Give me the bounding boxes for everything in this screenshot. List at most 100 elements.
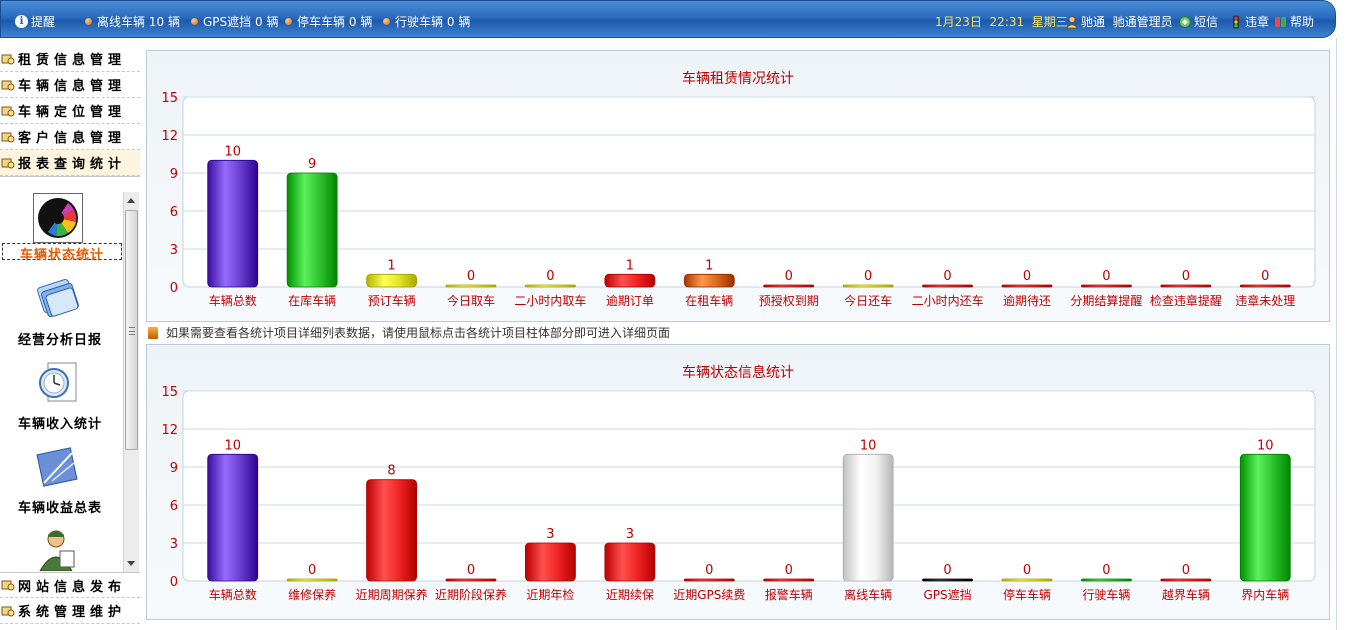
drafting-icon[interactable] bbox=[34, 443, 84, 493]
bar-10[interactable] bbox=[1001, 284, 1053, 288]
scroll-thumb[interactable] bbox=[125, 210, 138, 450]
x-tick-label[interactable]: 检查违章提醒 bbox=[1150, 293, 1222, 308]
x-tick-label[interactable]: 车辆总数 bbox=[209, 293, 257, 308]
violation-link[interactable]: 违章 bbox=[1229, 13, 1269, 30]
y-tick-label: 0 bbox=[170, 575, 178, 590]
data-label: 10 bbox=[1257, 438, 1274, 453]
data-label: 0 bbox=[467, 269, 475, 284]
x-tick-label[interactable]: 停车车辆 bbox=[1003, 587, 1051, 602]
menu-website-publish[interactable]: 网站信息发布 bbox=[0, 572, 140, 598]
x-tick-label[interactable]: 在租车辆 bbox=[685, 293, 733, 308]
tool-label[interactable]: 车辆状态统计 bbox=[2, 243, 122, 263]
bar-12[interactable] bbox=[1160, 284, 1212, 288]
stat-driving[interactable]: 行驶车辆 0 辆 bbox=[383, 13, 470, 30]
x-tick-label[interactable]: 二小时内取车 bbox=[514, 293, 586, 308]
sidebar-scrollbar[interactable] bbox=[123, 192, 139, 572]
stat-unit: 辆 bbox=[360, 15, 373, 29]
scroll-up-icon[interactable] bbox=[127, 198, 135, 203]
bar-8[interactable] bbox=[842, 284, 894, 288]
weekday-text: 星期三 bbox=[1031, 15, 1068, 29]
bar-10[interactable] bbox=[1001, 578, 1053, 582]
bar-0[interactable] bbox=[207, 159, 259, 288]
tool-label[interactable]: 经营分析日报 bbox=[0, 329, 120, 348]
bar-11[interactable] bbox=[1081, 578, 1132, 582]
bar-7[interactable] bbox=[763, 578, 815, 582]
x-tick-label[interactable]: 维修保养 bbox=[288, 587, 336, 602]
stat-count: 0 bbox=[348, 14, 357, 29]
x-tick-label[interactable]: 近期年检 bbox=[526, 587, 574, 602]
x-tick-label[interactable]: 预订车辆 bbox=[368, 293, 416, 308]
x-tick-label[interactable]: 今日取车 bbox=[447, 293, 495, 308]
x-tick-label[interactable]: 预授权到期 bbox=[759, 293, 819, 308]
x-tick-label[interactable]: 违章未处理 bbox=[1235, 293, 1295, 308]
x-tick-label[interactable]: 今日还车 bbox=[844, 293, 892, 308]
bar-1[interactable] bbox=[286, 172, 338, 288]
bar-9[interactable] bbox=[922, 578, 973, 582]
menu-label: 租赁信息管理 bbox=[18, 53, 127, 68]
reminder-link[interactable]: i 提醒 bbox=[15, 13, 55, 30]
menu-customer-management[interactable]: 客户信息管理 bbox=[0, 124, 140, 150]
bar-8[interactable] bbox=[842, 453, 894, 582]
user-info[interactable]: 驰通 驰通管理员 bbox=[1065, 13, 1173, 30]
bar-11[interactable] bbox=[1081, 284, 1132, 288]
x-tick-label[interactable]: 离线车辆 bbox=[844, 587, 892, 602]
bar-3[interactable] bbox=[445, 284, 497, 288]
x-tick-label[interactable]: 近期续保 bbox=[606, 588, 654, 602]
menu-vehicle-positioning[interactable]: 车辆定位管理 bbox=[0, 98, 140, 124]
y-tick-label: 0 bbox=[170, 281, 178, 296]
bar-2[interactable] bbox=[366, 479, 417, 582]
person-icon[interactable] bbox=[36, 527, 82, 571]
menu-report-statistics[interactable]: 报表查询统计 bbox=[0, 150, 140, 176]
x-tick-label[interactable]: 二小时内还车 bbox=[912, 293, 984, 308]
tool-label[interactable]: 车辆收益总表 bbox=[0, 497, 120, 516]
stat-parked[interactable]: 停车车辆 0 辆 bbox=[285, 13, 372, 30]
bar-1[interactable] bbox=[286, 578, 338, 582]
sms-link[interactable]: 短信 bbox=[1178, 13, 1218, 30]
document-stack-icon[interactable] bbox=[34, 273, 84, 323]
menu-rental-management[interactable]: 租赁信息管理 bbox=[0, 46, 140, 72]
stat-gps-blocked[interactable]: GPS遮挡 0 辆 bbox=[191, 13, 278, 30]
x-tick-label[interactable]: 越界车辆 bbox=[1162, 587, 1210, 602]
bar-9[interactable] bbox=[922, 284, 973, 288]
reminder-label: 提醒 bbox=[31, 15, 56, 29]
x-tick-label[interactable]: 在库车辆 bbox=[288, 293, 336, 308]
bar-13[interactable] bbox=[1239, 284, 1291, 288]
stat-offline[interactable]: 离线车辆 10 辆 bbox=[85, 13, 180, 30]
menu-system-maintenance[interactable]: 系统管理维护 bbox=[0, 598, 140, 624]
x-tick-label[interactable]: 近期周期保养 bbox=[356, 587, 428, 602]
bar-5[interactable] bbox=[604, 273, 656, 288]
x-tick-label[interactable]: 近期GPS续费 bbox=[673, 588, 745, 602]
tool-vehicle-status-button[interactable] bbox=[33, 193, 83, 243]
bar-2[interactable] bbox=[366, 273, 417, 288]
x-tick-label[interactable]: 车辆总数 bbox=[209, 587, 257, 602]
x-tick-label[interactable]: GPS遮挡 bbox=[923, 587, 971, 602]
x-tick-label[interactable]: 近期阶段保养 bbox=[435, 587, 507, 602]
x-tick-label[interactable]: 逾期订单 bbox=[606, 293, 654, 308]
help-link[interactable]: 帮助 bbox=[1274, 13, 1314, 30]
bar-3[interactable] bbox=[445, 578, 497, 582]
x-tick-label[interactable]: 行驶车辆 bbox=[1082, 587, 1130, 602]
bar-4[interactable] bbox=[525, 542, 576, 582]
x-tick-label[interactable]: 逾期待还 bbox=[1003, 293, 1051, 308]
tool-label[interactable]: 车辆收入统计 bbox=[0, 413, 120, 432]
bar-4[interactable] bbox=[525, 284, 576, 288]
x-tick-label[interactable]: 分期结算提醒 bbox=[1070, 293, 1142, 308]
data-label: 0 bbox=[943, 269, 951, 284]
main-content: 车辆租赁情况统计 0 3 6 9 12 15 10 车辆总数 9 在库车辆 1 预订车辆 0 今日取车 0 二小… bbox=[140, 44, 1336, 630]
bar-6[interactable] bbox=[683, 273, 735, 288]
bar-12[interactable] bbox=[1160, 578, 1212, 582]
bullet-icon bbox=[285, 18, 292, 25]
bar-13[interactable] bbox=[1239, 453, 1291, 582]
stat-unit: 辆 bbox=[458, 15, 471, 29]
scroll-down-icon[interactable] bbox=[127, 561, 135, 566]
bar-0[interactable] bbox=[207, 453, 259, 582]
bar-6[interactable] bbox=[683, 578, 735, 582]
bar-7[interactable] bbox=[763, 284, 815, 288]
menu-vehicle-management[interactable]: 车辆信息管理 bbox=[0, 72, 140, 98]
hint-label: 如果需要查看各统计项目详细列表数据，请使用鼠标点击各统计项目柱体部分即可进入详细… bbox=[166, 326, 671, 340]
bar-5[interactable] bbox=[604, 542, 656, 582]
x-tick-label[interactable]: 界内车辆 bbox=[1241, 587, 1289, 602]
x-tick-label[interactable]: 报警车辆 bbox=[765, 587, 813, 602]
y-tick-label: 9 bbox=[170, 167, 178, 182]
clock-document-icon[interactable] bbox=[34, 359, 84, 409]
